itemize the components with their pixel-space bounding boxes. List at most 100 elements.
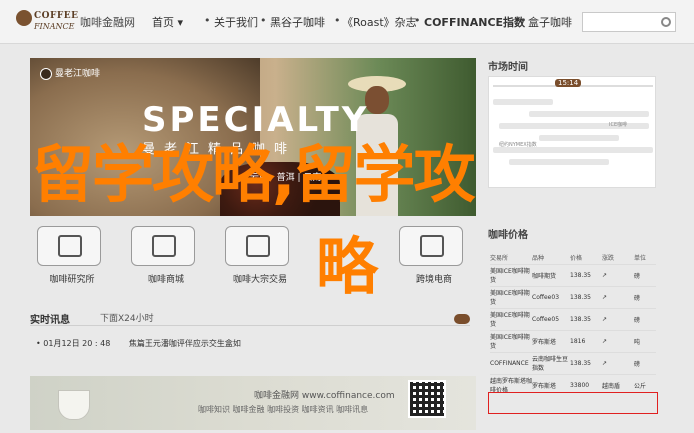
highlight-box: [488, 392, 658, 414]
cell: 磅: [634, 351, 656, 374]
book-icon: [37, 226, 101, 266]
book-glyph: [58, 235, 82, 257]
table-row[interactable]: 美国ICE咖啡期货 Coffee05 138.35 ↗ 磅: [490, 307, 656, 330]
tile-label: 咖啡大宗交易: [232, 275, 287, 285]
news-header: 实时讯息 下面X24小时: [30, 310, 470, 326]
cell: 美国ICE咖啡期货: [490, 285, 532, 308]
tile-label: 跨境电商: [415, 275, 452, 285]
cell: 美国ICE咖啡期货: [490, 307, 532, 330]
cell: Coffee03: [532, 285, 570, 308]
tile-bulk-trade[interactable]: 咖啡大宗交易: [218, 226, 302, 286]
cell: ↗: [602, 307, 634, 330]
nav-separator: •: [334, 14, 341, 27]
timeline-bar: [509, 159, 609, 165]
qr-code-icon: [408, 380, 446, 418]
col-header: 价格: [570, 255, 583, 263]
overlay-text-line1: 留学攻略,留学攻: [32, 138, 476, 211]
price-title: 咖啡价格: [488, 230, 528, 241]
cell: COFFINANCE: [490, 351, 532, 374]
table-row[interactable]: COFFINANCE 云南咖啡生豆指数 138.35 ↗ 磅: [490, 351, 656, 374]
cell: 磅: [634, 285, 656, 308]
cell: 罗布斯塔: [532, 329, 570, 352]
col-header: 涨跌: [602, 255, 615, 263]
search-icon[interactable]: [661, 17, 671, 27]
table-row[interactable]: 美国ICE咖啡期货 罗布斯塔 1816 ↗ 吨: [490, 329, 656, 352]
nav-separator: •: [204, 14, 211, 27]
cell: Coffee05: [532, 307, 570, 330]
footer-links: 咖啡知识 咖啡金融 咖啡投资 咖啡资讯 咖啡讯息: [198, 405, 369, 414]
cell: 吨: [634, 329, 656, 352]
news-item-time: • 01月12日 20 : 48: [36, 339, 111, 348]
cell: 美国ICE咖啡期货: [490, 329, 532, 352]
current-time-marker: 15:14: [555, 79, 582, 87]
timeline-title: 市场时间: [488, 62, 528, 73]
news-title: 实时讯息: [30, 315, 70, 326]
cell: 美国ICE咖啡期货: [490, 263, 532, 286]
nav-item-about[interactable]: 关于我们: [214, 14, 258, 30]
nav-item-home[interactable]: 首页 ▾: [152, 14, 183, 30]
footer-title: 咖啡金融网 www.coffinance.com: [254, 391, 395, 401]
right-column: 市场时间 15:14 纽约NYMEX指数 ICE咖啡 咖啡价格 交易所 品种 价…: [488, 56, 680, 430]
tile-cross-border[interactable]: 跨境电商: [392, 226, 476, 286]
cell: 1816: [570, 329, 602, 352]
cell: ↗: [602, 263, 634, 286]
ship-glyph: [420, 235, 444, 257]
banner-logo-text: 曼老江咖啡: [55, 69, 101, 79]
site-name: 咖啡金融网: [80, 16, 135, 29]
beans-icon: [225, 226, 289, 266]
timeline-bar: [539, 135, 619, 141]
top-navigation-bar: COFFEE FINANCE 咖啡金融网 首页 ▾ • 关于我们 • 黑谷子咖啡…: [0, 0, 694, 44]
cell: ↗: [602, 329, 634, 352]
beans-glyph: [246, 235, 270, 257]
site-logo[interactable]: COFFEE FINANCE: [16, 8, 78, 36]
nav-item-roast-magazine[interactable]: 《Roast》杂志: [342, 14, 417, 30]
timeline-bar: [493, 99, 553, 105]
news-subtitle[interactable]: 下面X24小时: [100, 311, 154, 324]
banner-logo-icon: [40, 67, 52, 80]
ship-icon: [399, 226, 463, 266]
cell: 138.35: [570, 351, 602, 374]
tile-research[interactable]: 咖啡研究所: [30, 226, 114, 286]
cell: 138.35: [570, 263, 602, 286]
search-input[interactable]: [582, 12, 676, 32]
logo-text-line1: COFFEE: [34, 11, 79, 21]
nav-separator: •: [414, 14, 421, 27]
table-row[interactable]: 美国ICE咖啡期货 Coffee03 138.35 ↗ 磅: [490, 285, 656, 308]
nav-separator: •: [260, 14, 267, 27]
banner-logo: 曼老江咖啡: [40, 66, 100, 80]
table-row[interactable]: 美国ICE咖啡期货 咖啡期货 138.35 ↗ 磅: [490, 263, 656, 286]
cell: 云南咖啡生豆指数: [532, 351, 570, 374]
timeline-bar: [529, 111, 649, 117]
tile-shop[interactable]: 咖啡商城: [124, 226, 208, 286]
col-header: 单位: [634, 255, 647, 263]
nav-item-box-coffee[interactable]: 盒子咖啡: [528, 14, 572, 30]
timeline-label: 纽约NYMEX指数: [499, 142, 537, 148]
news-item[interactable]: • 01月12日 20 : 48 焦篇王元潘咖评伴应示交生盒如: [36, 338, 241, 349]
cell: 磅: [634, 307, 656, 330]
overlay-text-line2: 略: [316, 230, 379, 303]
coffee-cup-icon: [58, 390, 90, 420]
logo-text-line2: FINANCE: [34, 22, 75, 31]
cell: 138.35: [570, 285, 602, 308]
market-timeline: 15:14 纽约NYMEX指数 ICE咖啡: [488, 76, 656, 188]
nav-separator: •: [520, 14, 527, 27]
table-header-row: 交易所 品种 价格 涨跌 单位: [490, 252, 656, 264]
nav-item-home-label: 首页: [152, 16, 174, 29]
news-item-text: 焦篇王元潘咖评伴应示交生盒如: [128, 339, 241, 348]
banner-headline: SPECIALTY: [142, 100, 370, 140]
cell: ↗: [602, 351, 634, 374]
cart-glyph: [152, 235, 176, 257]
cart-icon: [131, 226, 195, 266]
tile-label: 咖啡商城: [147, 275, 184, 285]
col-header: 交易所: [490, 255, 509, 263]
cell: 磅: [634, 263, 656, 286]
footer-banner[interactable]: 咖啡金融网 www.coffinance.com 咖啡知识 咖啡金融 咖啡投资 …: [30, 376, 476, 430]
feature-tiles: 咖啡研究所 咖啡商城 咖啡大宗交易 跨境电商: [30, 226, 476, 286]
more-button[interactable]: [454, 314, 470, 324]
nav-item-coffinance-index[interactable]: COFFINANCE指数: [424, 14, 525, 30]
price-table: 交易所 品种 价格 涨跌 单位 美国ICE咖啡期货 咖啡期货 138.35 ↗ …: [490, 252, 656, 396]
tile-label: 咖啡研究所: [49, 275, 95, 285]
coffee-cup-icon: [16, 10, 32, 26]
cell: 138.35: [570, 307, 602, 330]
nav-item-black-coffee[interactable]: 黑谷子咖啡: [270, 14, 325, 30]
